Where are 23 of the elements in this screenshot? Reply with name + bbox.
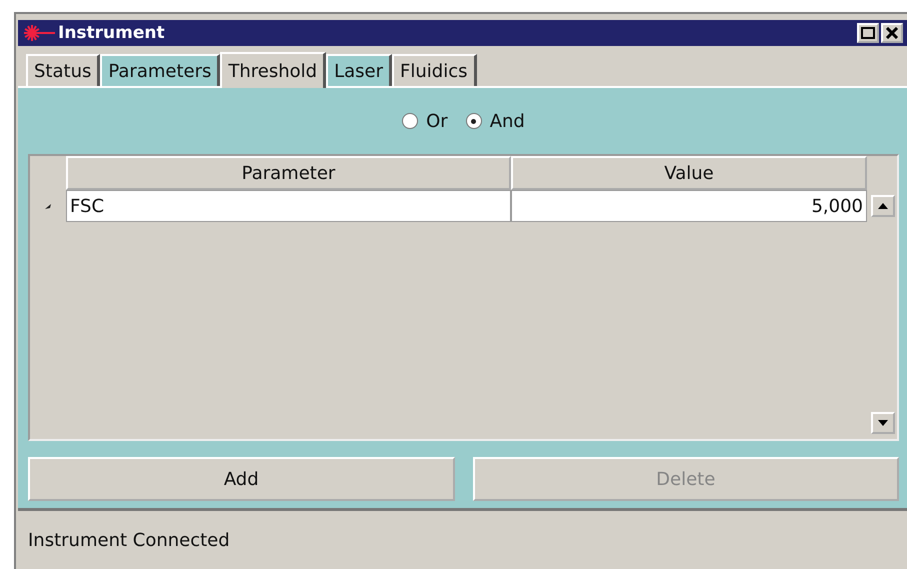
column-header: Parameter — [66, 156, 511, 190]
tab[interactable]: Parameters — [100, 54, 220, 86]
laser-burst-icon — [22, 23, 56, 43]
table-cell: FSC — [66, 190, 511, 222]
maximize-button[interactable] — [857, 23, 879, 43]
scroll-down-button[interactable] — [870, 412, 894, 434]
radio-option[interactable]: And — [466, 110, 525, 132]
radio-option[interactable]: Or — [402, 110, 448, 132]
tab[interactable]: Fluidics — [392, 54, 476, 86]
column-header: Value — [511, 156, 867, 190]
tab[interactable]: Status — [26, 54, 100, 86]
scroll-up-button[interactable] — [870, 195, 894, 217]
close-button[interactable] — [881, 23, 903, 43]
action-button[interactable]: Add — [28, 457, 454, 501]
window-title: Instrument — [58, 23, 166, 43]
tab[interactable]: Laser — [326, 54, 392, 86]
table-cell: 5,000 — [511, 190, 867, 222]
maximize-icon — [861, 27, 875, 39]
close-icon — [885, 27, 899, 39]
status-text: Instrument Connected — [18, 508, 907, 569]
tab[interactable]: Threshold — [220, 52, 326, 88]
up-triangle-icon — [878, 203, 888, 209]
down-triangle-icon — [878, 420, 888, 426]
